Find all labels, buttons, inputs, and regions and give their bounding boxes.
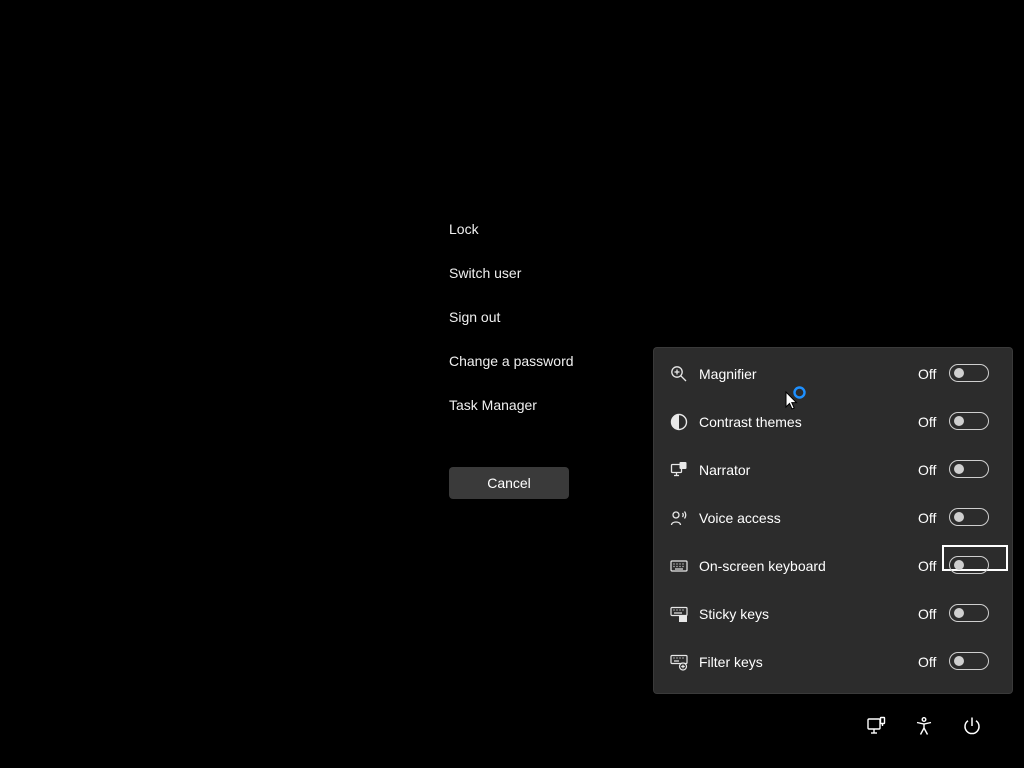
sticky-keys-toggle[interactable] [949,604,989,622]
narrator-state: Off [918,462,937,478]
on-screen-keyboard-row[interactable]: On-screen keyboard Off [654,542,1012,590]
switch-user-option[interactable]: Switch user [449,264,521,282]
toggle-knob [954,656,964,666]
contrast-themes-state: Off [918,414,937,430]
task-manager-option[interactable]: Task Manager [449,396,537,414]
power-icon[interactable] [962,716,982,736]
accessibility-icon[interactable] [914,716,934,736]
magnifier-label: Magnifier [699,366,757,382]
filter-keys-toggle[interactable] [949,652,989,670]
sticky-keys-state: Off [918,606,937,622]
filter-keys-label: Filter keys [699,654,763,670]
contrast-icon [670,413,688,431]
magnifier-state: Off [918,366,937,382]
filter-keys-state: Off [918,654,937,670]
sticky-keys-row[interactable]: Sticky keys Off [654,590,1012,638]
accessibility-flyout: Magnifier Off Contrast themes Off Narrat… [654,348,1012,693]
voice-access-icon [670,509,688,527]
magnifier-row[interactable]: Magnifier Off [654,350,1012,398]
voice-access-row[interactable]: Voice access Off [654,494,1012,542]
toggle-knob [954,608,964,618]
on-screen-keyboard-state: Off [918,558,937,574]
toggle-knob [954,512,964,522]
voice-access-label: Voice access [699,510,781,526]
contrast-themes-row[interactable]: Contrast themes Off [654,398,1012,446]
change-password-option[interactable]: Change a password [449,352,574,370]
contrast-themes-toggle[interactable] [949,412,989,430]
magnifier-icon [670,365,688,383]
contrast-themes-label: Contrast themes [699,414,802,430]
filter-keys-icon [670,653,688,671]
voice-access-toggle[interactable] [949,508,989,526]
network-icon[interactable] [866,716,886,736]
narrator-label: Narrator [699,462,751,478]
sign-out-option[interactable]: Sign out [449,308,500,326]
magnifier-toggle[interactable] [949,364,989,382]
voice-access-state: Off [918,510,937,526]
narrator-row[interactable]: Narrator Off [654,446,1012,494]
cancel-button[interactable]: Cancel [449,467,569,499]
toggle-knob [954,368,964,378]
lock-option[interactable]: Lock [449,220,479,238]
sticky-keys-icon [670,605,688,623]
toggle-knob [954,416,964,426]
toggle-knob [954,560,964,570]
keyboard-icon [670,557,688,575]
toggle-knob [954,464,964,474]
narrator-toggle[interactable] [949,460,989,478]
ctrl-alt-del-screen: Lock Switch user Sign out Change a passw… [0,0,1024,768]
on-screen-keyboard-toggle[interactable] [949,556,989,574]
sticky-keys-label: Sticky keys [699,606,770,622]
narrator-icon [670,461,688,479]
filter-keys-row[interactable]: Filter keys Off [654,638,1012,686]
on-screen-keyboard-label: On-screen keyboard [699,558,826,574]
